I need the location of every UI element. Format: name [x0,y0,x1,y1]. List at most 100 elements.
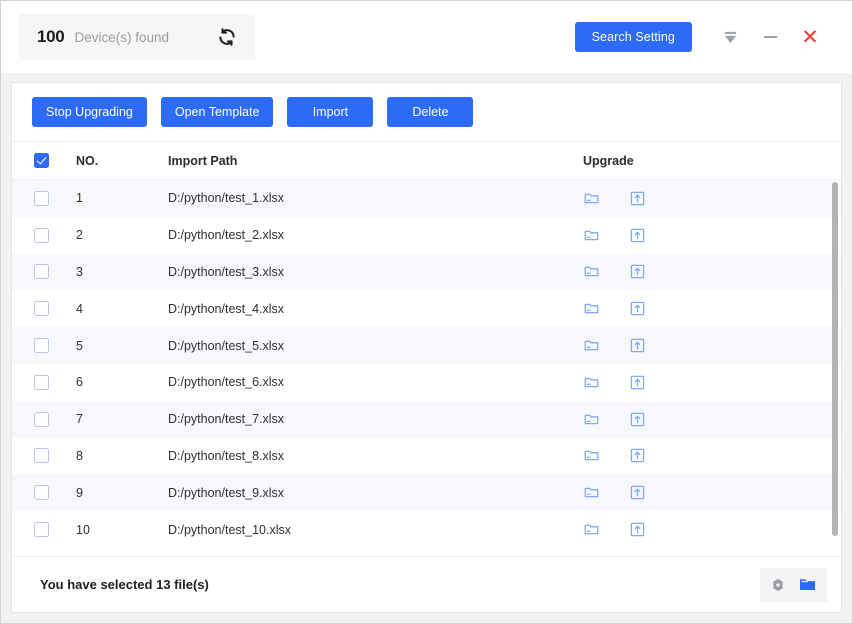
header-import-path: Import Path [168,153,238,168]
row-select-cell [34,522,76,538]
row-checkbox[interactable] [34,227,49,243]
row-checkbox[interactable] [34,301,49,317]
file-icon[interactable] [581,188,601,208]
row-upgrade-actions [581,483,841,503]
row-checkbox[interactable] [34,411,49,427]
row-select-cell [34,227,76,243]
select-all-checkbox[interactable] [34,153,49,168]
search-setting-button[interactable]: Search Setting [574,22,692,52]
row-upgrade-actions [581,372,841,392]
row-upgrade-actions [581,262,841,282]
file-table: NO. Import Path Upgrade 1 D:/python/test_… [12,141,841,556]
delete-button[interactable]: Delete [387,97,474,127]
close-button[interactable]: ✕ [790,17,830,57]
app-window: 100 Device(s) found Search Setting ✕ Sto… [0,0,853,624]
row-number: 10 [76,522,90,537]
row-select-cell [34,448,76,464]
select-all-cell [34,153,76,168]
status-footer: You have selected 13 file(s) [12,556,841,612]
table-row[interactable]: 8 D:/python/test_8.xlsx [12,437,841,475]
table-row[interactable]: 4 D:/python/test_4.xlsx [12,290,841,328]
row-checkbox[interactable] [34,190,49,206]
upload-icon[interactable] [627,336,647,356]
row-import-path: D:/python/test_10.xlsx [168,522,291,537]
selection-status-text: You have selected 13 file(s) [40,577,209,592]
row-number: 8 [76,448,83,463]
row-select-cell [34,264,76,280]
import-button[interactable]: Import [287,97,374,127]
main-panel: Stop Upgrading Open Template Import Dele… [11,82,842,613]
upload-icon[interactable] [627,409,647,429]
row-upgrade-actions [581,446,841,466]
row-select-cell [34,338,76,354]
row-checkbox[interactable] [34,338,49,354]
open-template-button[interactable]: Open Template [160,97,274,127]
table-row[interactable]: 3 D:/python/test_3.xlsx [12,253,841,291]
row-import-path: D:/python/test_7.xlsx [168,412,285,427]
upload-icon[interactable] [627,262,647,282]
row-import-path: D:/python/test_9.xlsx [168,485,285,500]
row-number: 1 [76,191,83,206]
row-upgrade-actions [581,336,841,356]
folder-icon[interactable] [798,575,817,594]
row-import-path: D:/python/test_5.xlsx [168,338,285,353]
table-row[interactable]: 1 D:/python/test_1.xlsx [12,180,841,217]
file-icon[interactable] [581,409,601,429]
row-upgrade-actions [581,409,841,429]
row-select-cell [34,411,76,427]
file-icon[interactable] [581,520,601,540]
row-checkbox[interactable] [34,264,49,280]
settings-hexagon-icon[interactable] [770,577,786,593]
minimize-button[interactable] [750,17,790,57]
table-body[interactable]: 1 D:/python/test_1.xlsx 2 D:/python/test_2… [12,180,841,556]
row-checkbox[interactable] [34,485,49,501]
file-icon[interactable] [581,262,601,282]
file-icon[interactable] [581,446,601,466]
filter-icon[interactable] [710,17,750,57]
stop-upgrading-button[interactable]: Stop Upgrading [32,97,147,127]
table-row[interactable]: 2 D:/python/test_2.xlsx [12,216,841,254]
header-no: NO. [76,153,99,168]
row-select-cell [34,301,76,317]
upload-icon[interactable] [627,483,647,503]
device-count-chip: 100 Device(s) found [19,14,256,60]
table-row[interactable]: 9 D:/python/test_9.xlsx [12,474,841,512]
content-area: Stop Upgrading Open Template Import Dele… [1,73,852,623]
close-icon: ✕ [801,25,819,49]
header-upgrade: Upgrade [583,153,634,168]
row-number: 2 [76,228,83,243]
file-icon[interactable] [581,336,601,356]
upload-icon[interactable] [627,225,647,245]
upload-icon[interactable] [627,372,647,392]
row-import-path: D:/python/test_1.xlsx [168,191,285,206]
upload-icon[interactable] [627,446,647,466]
table-row[interactable]: 5 D:/python/test_5.xlsx [12,327,841,364]
upload-icon[interactable] [627,299,647,319]
row-select-cell [34,190,76,206]
row-upgrade-actions [581,520,841,540]
row-number: 4 [76,301,83,316]
table-row[interactable]: 6 D:/python/test_6.xlsx [12,363,841,401]
row-select-cell [34,485,76,501]
row-checkbox[interactable] [34,448,49,464]
device-count: 100 [37,27,65,46]
table-row[interactable]: 10 D:/python/test_10.xlsx [12,511,841,548]
upload-icon[interactable] [627,188,647,208]
file-icon[interactable] [581,372,601,392]
action-toolbar: Stop Upgrading Open Template Import Dele… [12,83,841,141]
row-checkbox[interactable] [34,374,49,390]
row-upgrade-actions [581,225,841,245]
table-row[interactable]: 7 D:/python/test_7.xlsx [12,400,841,438]
row-select-cell [34,374,76,390]
refresh-icon[interactable] [213,23,241,51]
file-icon[interactable] [581,225,601,245]
device-count-label: Device(s) found [74,29,170,45]
row-checkbox[interactable] [34,522,49,538]
row-number: 5 [76,338,83,353]
row-import-path: D:/python/test_2.xlsx [168,228,285,243]
file-icon[interactable] [581,483,601,503]
row-import-path: D:/python/test_3.xlsx [168,264,285,279]
upload-icon[interactable] [627,520,647,540]
file-icon[interactable] [581,299,601,319]
table-header-row: NO. Import Path Upgrade [12,142,841,180]
